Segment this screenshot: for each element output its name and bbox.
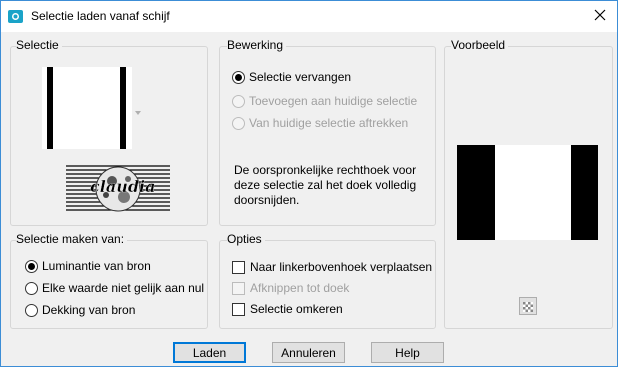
checkbox[interactable]: [232, 281, 245, 295]
radio-selectie-vervangen[interactable]: Selectie vervangen: [232, 69, 351, 85]
voorbeeld-legend: Voorbeeld: [451, 38, 509, 52]
opties-legend: Opties: [227, 232, 265, 246]
selectie-group: Selectie claudia: [10, 38, 208, 226]
checkerboard-icon: [523, 301, 533, 315]
radio-button[interactable]: [232, 70, 245, 84]
selection-thumbnail[interactable]: [42, 67, 132, 149]
radio-toevoegen[interactable]: Toevoegen aan huidige selectie: [232, 93, 417, 109]
radio-button[interactable]: [232, 116, 245, 130]
claudia-logo: claudia: [66, 163, 170, 213]
checkbox-label: Afknippen tot doek: [250, 281, 350, 295]
close-icon: [594, 9, 606, 24]
dropdown-arrow-icon[interactable]: [135, 104, 141, 118]
bewerking-group: Bewerking Selectie vervangen Toevoegen a…: [219, 38, 436, 226]
psp-icon: [8, 10, 23, 23]
radio-label: Elke waarde niet gelijk aan nul: [42, 281, 205, 295]
radio-label: Van huidige selectie aftrekken: [249, 116, 409, 130]
radio-button[interactable]: [25, 303, 38, 317]
bewerking-info-text: De oorspronkelijke rechthoek voor deze s…: [234, 163, 417, 207]
cancel-button[interactable]: Annuleren: [272, 342, 345, 363]
radio-button[interactable]: [232, 94, 245, 108]
window-title: Selectie laden vanaf schijf: [31, 9, 170, 23]
voorbeeld-group: Voorbeeld: [444, 38, 613, 329]
title-bar: Selectie laden vanaf schijf: [1, 1, 617, 32]
radio-label: Luminantie van bron: [42, 259, 151, 273]
checkbox-label: Naar linkerbovenhoek verplaatsen: [250, 260, 433, 274]
radio-dekking[interactable]: Dekking van bron: [25, 302, 135, 318]
load-button[interactable]: Laden: [173, 342, 246, 363]
close-button[interactable]: [586, 4, 614, 28]
radio-label: Toevoegen aan huidige selectie: [249, 94, 418, 108]
radio-label: Dekking van bron: [42, 303, 136, 317]
transparency-toggle-button[interactable]: [519, 297, 537, 315]
bewerking-legend: Bewerking: [227, 38, 287, 52]
checkbox[interactable]: [232, 260, 245, 274]
checkbox-linkerbovenhoek[interactable]: Naar linkerbovenhoek verplaatsen: [232, 259, 432, 275]
checkbox-omkeren[interactable]: Selectie omkeren: [232, 301, 343, 317]
help-button[interactable]: Help: [371, 342, 444, 363]
dialog-window: Selectie laden vanaf schijf Selectie cla…: [0, 0, 618, 367]
selectie-legend: Selectie: [16, 38, 62, 52]
radio-button[interactable]: [25, 259, 38, 273]
radio-elke-waarde[interactable]: Elke waarde niet gelijk aan nul: [25, 280, 204, 296]
radio-button[interactable]: [25, 281, 38, 295]
radio-luminantie[interactable]: Luminantie van bron: [25, 258, 151, 274]
checkbox-label: Selectie omkeren: [250, 302, 343, 316]
opties-group: Opties Naar linkerbovenhoek verplaatsen …: [219, 232, 436, 329]
logo-text: claudia: [90, 177, 156, 196]
checkbox[interactable]: [232, 302, 245, 316]
radio-aftrekken[interactable]: Van huidige selectie aftrekken: [232, 115, 408, 131]
checkbox-afknippen[interactable]: Afknippen tot doek: [232, 280, 349, 296]
maken-van-legend: Selectie maken van:: [16, 232, 128, 246]
preview-image: [457, 145, 598, 240]
radio-label: Selectie vervangen: [249, 70, 352, 84]
maken-van-group: Selectie maken van: Luminantie van bron …: [10, 232, 208, 329]
